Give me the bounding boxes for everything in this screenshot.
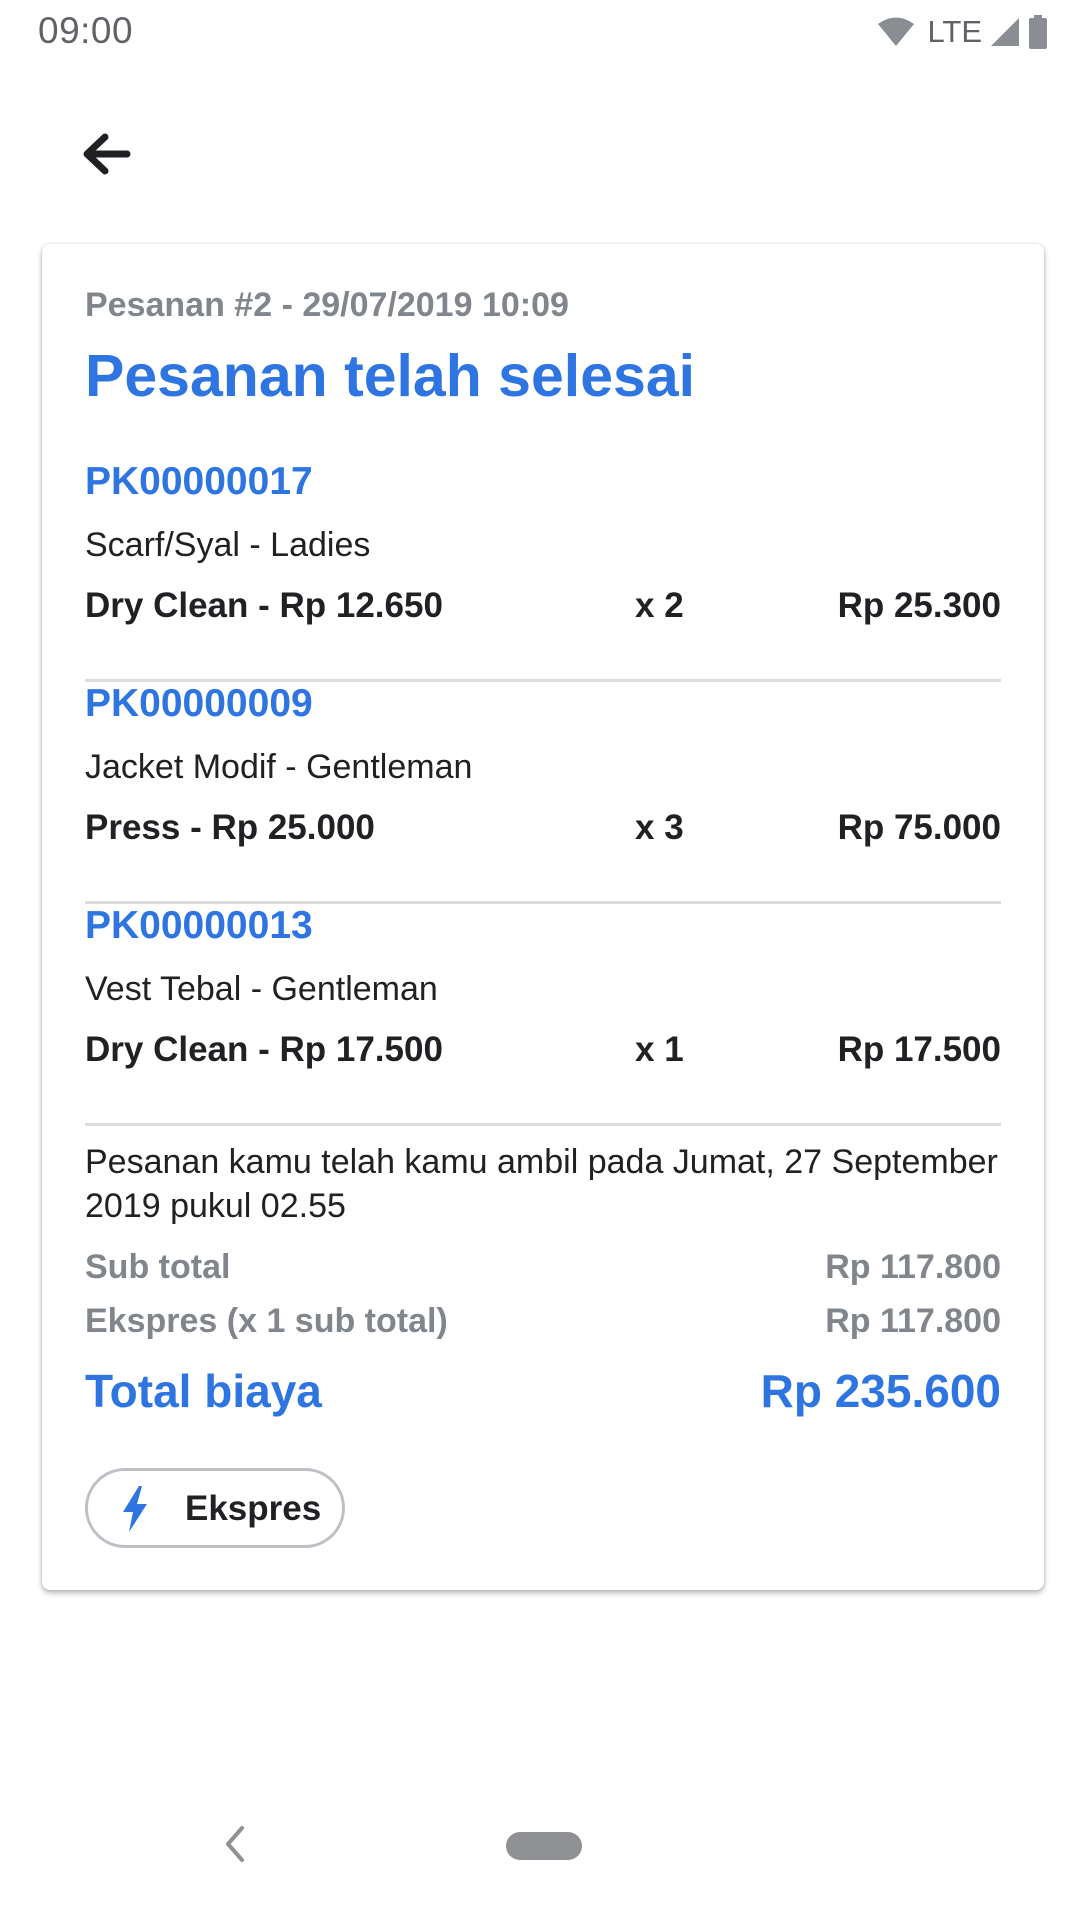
list-item: PK00000013 Vest Tebal - Gentleman Dry Cl… [85, 904, 1001, 1126]
list-item: PK00000009 Jacket Modif - Gentleman Pres… [85, 682, 1001, 904]
item-name: Scarf/Syal - Ladies [85, 526, 371, 564]
lightning-bolt-icon [123, 1486, 147, 1532]
item-qty: x 3 [635, 808, 684, 847]
order-card: Pesanan #2 - 29/07/2019 10:09 Pesanan te… [42, 244, 1044, 1590]
subtotal-label: Sub total [85, 1248, 231, 1286]
item-subtotal: Rp 75.000 [837, 808, 1001, 847]
express-fee-value: Rp 117.800 [825, 1302, 1001, 1340]
status-icons: LTE [877, 12, 1048, 52]
item-code: PK00000017 [85, 460, 313, 503]
total-value: Rp 235.600 [760, 1365, 1001, 1417]
express-chip-label: Ekspres [185, 1489, 322, 1528]
express-chip[interactable]: Ekspres [85, 1468, 345, 1548]
item-subtotal: Rp 17.500 [837, 1030, 1001, 1069]
order-meta: Pesanan #2 - 29/07/2019 10:09 [85, 286, 569, 324]
network-type: LTE [927, 14, 982, 49]
back-button[interactable] [72, 120, 140, 188]
order-items-list: PK00000017 Scarf/Syal - Ladies Dry Clean… [85, 460, 1001, 1126]
item-qty: x 2 [635, 586, 684, 625]
home-pill[interactable] [506, 1832, 582, 1860]
express-fee-label: Ekspres (x 1 sub total) [85, 1302, 448, 1340]
status-bar: 09:00 LTE [0, 0, 1080, 66]
system-nav-bar [0, 1780, 1080, 1920]
item-subtotal: Rp 25.300 [837, 586, 1001, 625]
item-name: Vest Tebal - Gentleman [85, 970, 438, 1008]
item-service: Dry Clean - Rp 17.500 [85, 1030, 443, 1069]
list-item: PK00000017 Scarf/Syal - Ladies Dry Clean… [85, 460, 1001, 682]
item-service: Press - Rp 25.000 [85, 808, 375, 847]
battery-icon [1029, 15, 1047, 49]
cell-signal-icon [991, 18, 1019, 46]
total-label: Total biaya [85, 1365, 322, 1417]
item-code: PK00000009 [85, 682, 313, 725]
pickup-note: Pesanan kamu telah kamu ambil pada Jumat… [85, 1143, 998, 1225]
item-service: Dry Clean - Rp 12.650 [85, 586, 443, 625]
wifi-icon [878, 17, 915, 46]
arrow-back-icon [83, 133, 131, 175]
nav-back-icon[interactable] [212, 1818, 256, 1870]
item-code: PK00000013 [85, 904, 313, 947]
order-status-title: Pesanan telah selesai [85, 343, 696, 409]
item-qty: x 1 [635, 1030, 684, 1069]
subtotal-value: Rp 117.800 [825, 1248, 1001, 1286]
status-time: 09:00 [38, 10, 134, 51]
item-name: Jacket Modif - Gentleman [85, 748, 473, 786]
